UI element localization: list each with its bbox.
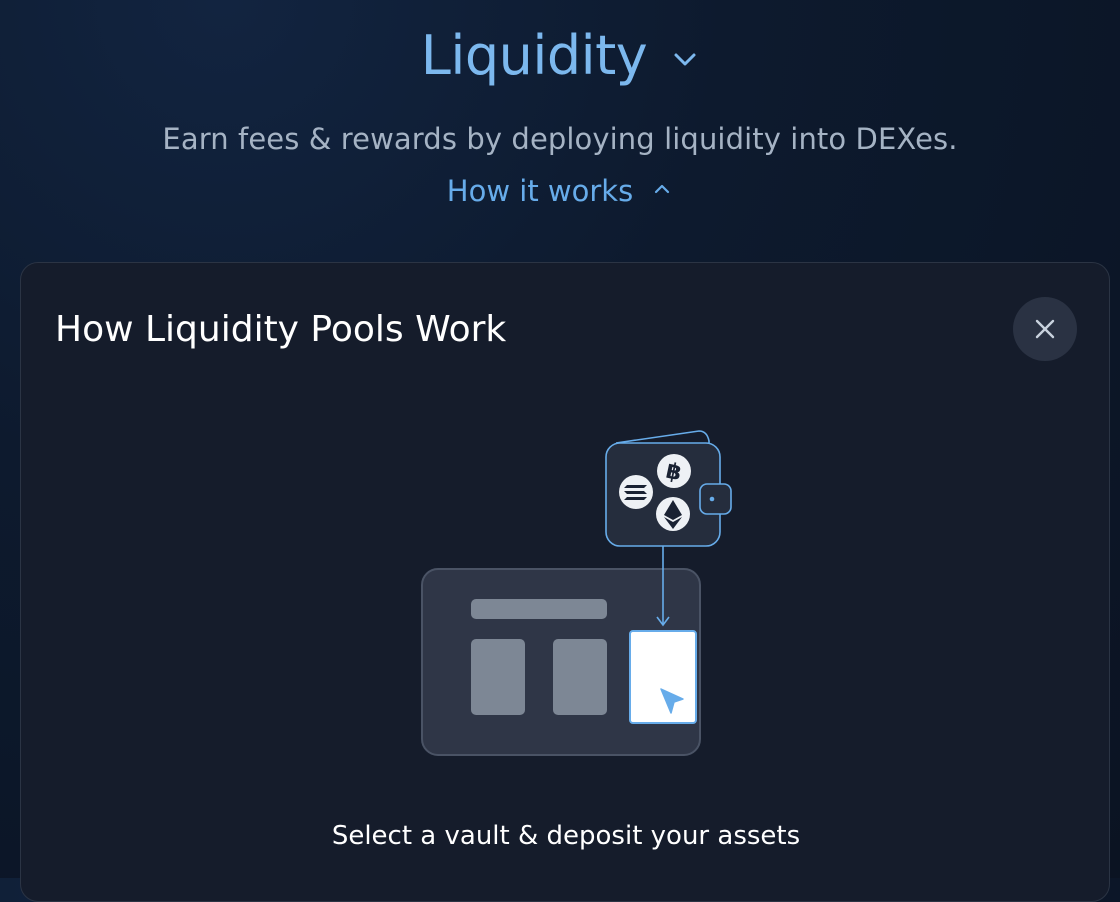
- how-it-works-panel: How Liquidity Pools Work ฿ Select a vaul…: [20, 262, 1110, 902]
- deposit-illustration: ฿: [421, 430, 732, 756]
- page-title: Liquidity: [420, 24, 648, 87]
- ethereum-coin-icon: [656, 497, 690, 531]
- page-subtitle: Earn fees & rewards by deploying liquidi…: [162, 122, 958, 156]
- solana-coin-icon: [619, 475, 653, 509]
- step-caption: Select a vault & deposit your assets: [331, 821, 801, 851]
- panel-title: How Liquidity Pools Work: [55, 309, 507, 350]
- how-it-works-toggle[interactable]: How it works: [0, 174, 1120, 208]
- close-button[interactable]: [1013, 297, 1077, 361]
- close-icon[interactable]: [1034, 318, 1056, 340]
- chevron-up-icon[interactable]: [651, 178, 673, 200]
- vault-board-icon: [421, 568, 701, 756]
- chevron-down-icon[interactable]: [671, 45, 699, 73]
- bitcoin-coin-icon: ฿: [657, 454, 691, 488]
- title-row[interactable]: Liquidity: [0, 24, 1120, 87]
- how-it-works-link[interactable]: How it works: [447, 174, 633, 208]
